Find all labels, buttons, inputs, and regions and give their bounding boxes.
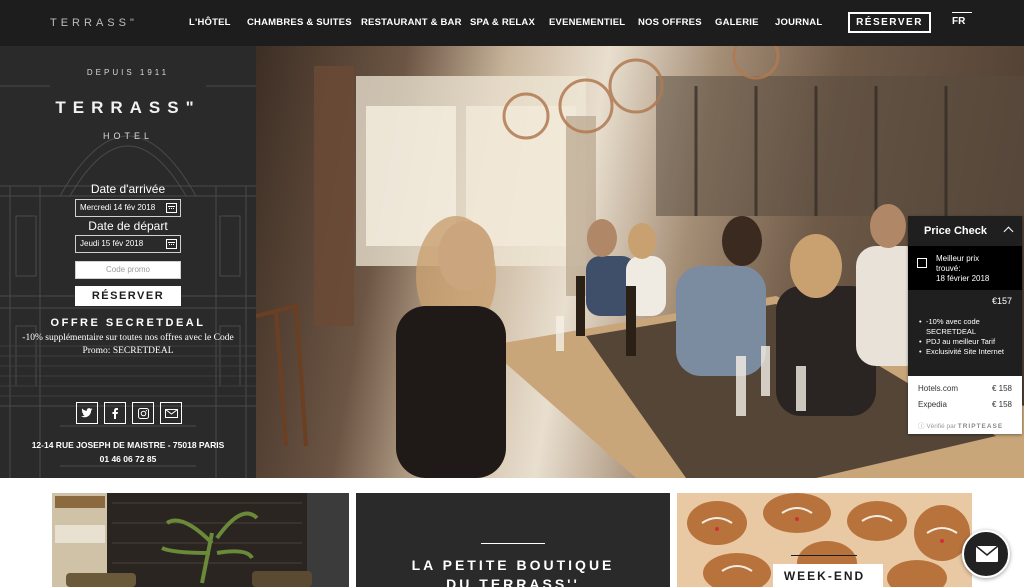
social-links — [76, 402, 182, 426]
nav-item-journal[interactable]: JOURNAL — [775, 17, 822, 28]
competitor-row: Hotels.com € 158 — [918, 384, 1012, 393]
competitor-row: Expedia € 158 — [918, 400, 1012, 409]
brand-subtitle: HOTEL — [102, 131, 153, 141]
best-price-box: Meilleur prix trouvé: 18 février 2018 — [908, 246, 1022, 290]
offer-description: -10% supplémentaire sur toutes nos offre… — [0, 332, 256, 358]
hotel-phone[interactable]: 01 46 06 72 85 — [0, 454, 256, 464]
best-price-date: 18 février 2018 — [936, 274, 990, 283]
competitor-name: Expedia — [918, 400, 947, 409]
perk-item: Exclusivité Site Internet — [919, 347, 1019, 357]
calendar-icon — [166, 239, 177, 249]
best-price-line-2: trouvé: — [936, 264, 961, 273]
shop-interior-photo — [52, 493, 349, 587]
language-selector[interactable]: FR — [952, 16, 965, 27]
competitor-prices: Hotels.com € 158 Expedia € 158 ⓘ Vérifié… — [908, 376, 1022, 434]
chevron-up-icon[interactable] — [1003, 226, 1014, 237]
competitor-name: Hotels.com — [918, 384, 959, 393]
competitor-price: € 158 — [991, 384, 1012, 393]
twitter-icon[interactable] — [76, 402, 98, 424]
price-check-header[interactable]: Price Check — [908, 216, 1022, 246]
calendar-icon — [166, 203, 177, 213]
perk-item: PDJ au meilleur Tarif — [919, 337, 1019, 347]
price-check-widget: Price Check Meilleur prix trouvé: 18 fév… — [908, 216, 1022, 434]
departure-label: Date de départ — [88, 219, 168, 233]
departure-date-value: Jeudi 15 fév 2018 — [80, 239, 144, 248]
mail-icon[interactable] — [160, 402, 182, 424]
instagram-icon[interactable] — [132, 402, 154, 424]
boutique-title-line-1: LA PETITE BOUTIQUE — [411, 557, 615, 573]
brand-logo: TERRASS" — [55, 98, 201, 117]
offer-line-1: -10% supplémentaire sur toutes nos offre… — [22, 333, 234, 343]
card-weekend[interactable]: WEEK-END — [677, 493, 972, 587]
price-check-title: Price Check — [924, 225, 987, 237]
facebook-icon[interactable] — [104, 402, 126, 424]
nav-item-chambres-suites[interactable]: CHAMBRES & SUITES — [247, 17, 352, 28]
promo-code-input[interactable]: Code promo — [75, 261, 181, 279]
since-tagline: DEPUIS 1911 — [86, 68, 170, 77]
departure-date-field[interactable]: Jeudi 15 fév 2018 — [75, 235, 181, 253]
nav-item-nos-offres[interactable]: NOS OFFRES — [638, 17, 702, 28]
nav-item-restaurant-bar[interactable]: RESTAURANT & BAR — [361, 17, 462, 28]
arrival-label: Date d'arrivée — [90, 182, 166, 196]
booking-panel: DEPUIS 1911 TERRASS" HOTEL Date d'arrivé… — [0, 46, 256, 478]
verified-by: ⓘ Vérifié par TRIPTEASE — [918, 420, 1003, 430]
price-perks-list: -10% avec code SECRETDEAL PDJ au meilleu… — [919, 317, 1019, 357]
best-price-label: Meilleur prix trouvé: 18 février 2018 — [936, 254, 1016, 284]
arrival-date-value: Mercredi 14 fév 2018 — [80, 203, 156, 212]
nav-item-evenementiel[interactable]: EVENEMENTIEL — [549, 17, 625, 28]
offer-line-2: Promo: SECRETDEAL — [82, 346, 174, 356]
boutique-title-line-2: DU TERRASS'' — [446, 576, 580, 587]
card-divider — [791, 555, 857, 556]
offer-title: OFFRE SECRETDEAL — [50, 317, 206, 329]
header-reserve-button[interactable]: RÉSERVER — [848, 12, 931, 33]
card-divider — [481, 543, 545, 544]
info-icon: ⓘ — [918, 423, 925, 430]
nav-item-galerie[interactable]: GALERIE — [715, 17, 759, 28]
competitor-price: € 158 — [991, 400, 1012, 409]
nav-item-hotel[interactable]: L'HÔTEL — [189, 17, 231, 28]
arrival-date-field[interactable]: Mercredi 14 fév 2018 — [75, 199, 181, 217]
hotel-address: 12-14 RUE JOSEPH DE MAISTRE - 75018 PARI… — [31, 440, 225, 450]
card-shop-photo[interactable] — [52, 493, 349, 587]
booking-reserve-button[interactable]: RÉSERVER — [75, 286, 181, 306]
perk-item: -10% avec code SECRETDEAL — [919, 317, 1019, 337]
nav-item-spa-relax[interactable]: SPA & RELAX — [470, 17, 535, 28]
best-price-line-1: Meilleur prix — [936, 254, 980, 263]
calendar-icon — [917, 258, 927, 268]
lang-indicator — [952, 12, 972, 13]
weekend-title: WEEK-END — [783, 569, 866, 583]
contact-mail-button[interactable] — [962, 530, 1010, 578]
top-navigation-bar: TERRASS" L'HÔTEL CHAMBRES & SUITES RESTA… — [0, 0, 1024, 46]
envelope-icon — [975, 545, 999, 562]
best-price-value: €157 — [991, 296, 1012, 306]
triptease-logo: TRIPTEASE — [957, 423, 1004, 430]
card-boutique[interactable]: LA PETITE BOUTIQUE DU TERRASS'' — [356, 493, 670, 587]
verified-prefix: Vérifié par — [926, 423, 956, 430]
